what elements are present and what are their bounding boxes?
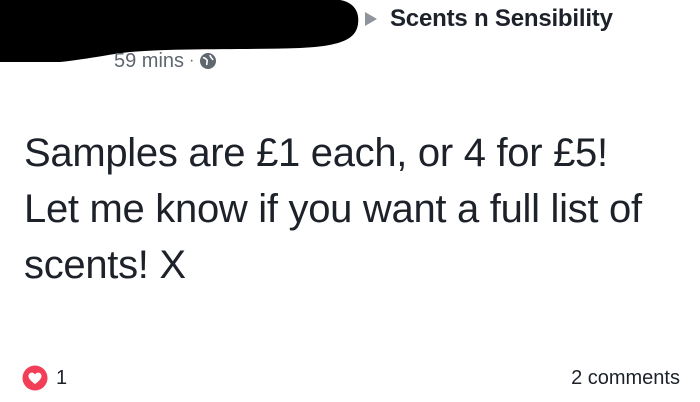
reaction-count: 1 (56, 366, 68, 389)
comments-link[interactable]: 2 comments (571, 364, 680, 392)
reactions-summary[interactable]: 1 (22, 364, 67, 392)
heart-icon (22, 365, 48, 391)
post-text: Samples are £1 each, or 4 for £5! Let me… (24, 131, 642, 287)
group-name-link[interactable]: Scents n Sensibility (390, 5, 613, 33)
globe-icon[interactable] (199, 52, 217, 70)
right-triangle-icon (365, 12, 377, 26)
facebook-post: Scents n Sensibility 59 mins · Samples a… (0, 0, 700, 402)
meta-separator: · (189, 52, 195, 69)
post-timestamp[interactable]: 59 mins (114, 50, 184, 73)
post-meta: 59 mins · (114, 48, 217, 74)
post-header: Scents n Sensibility (360, 2, 613, 36)
